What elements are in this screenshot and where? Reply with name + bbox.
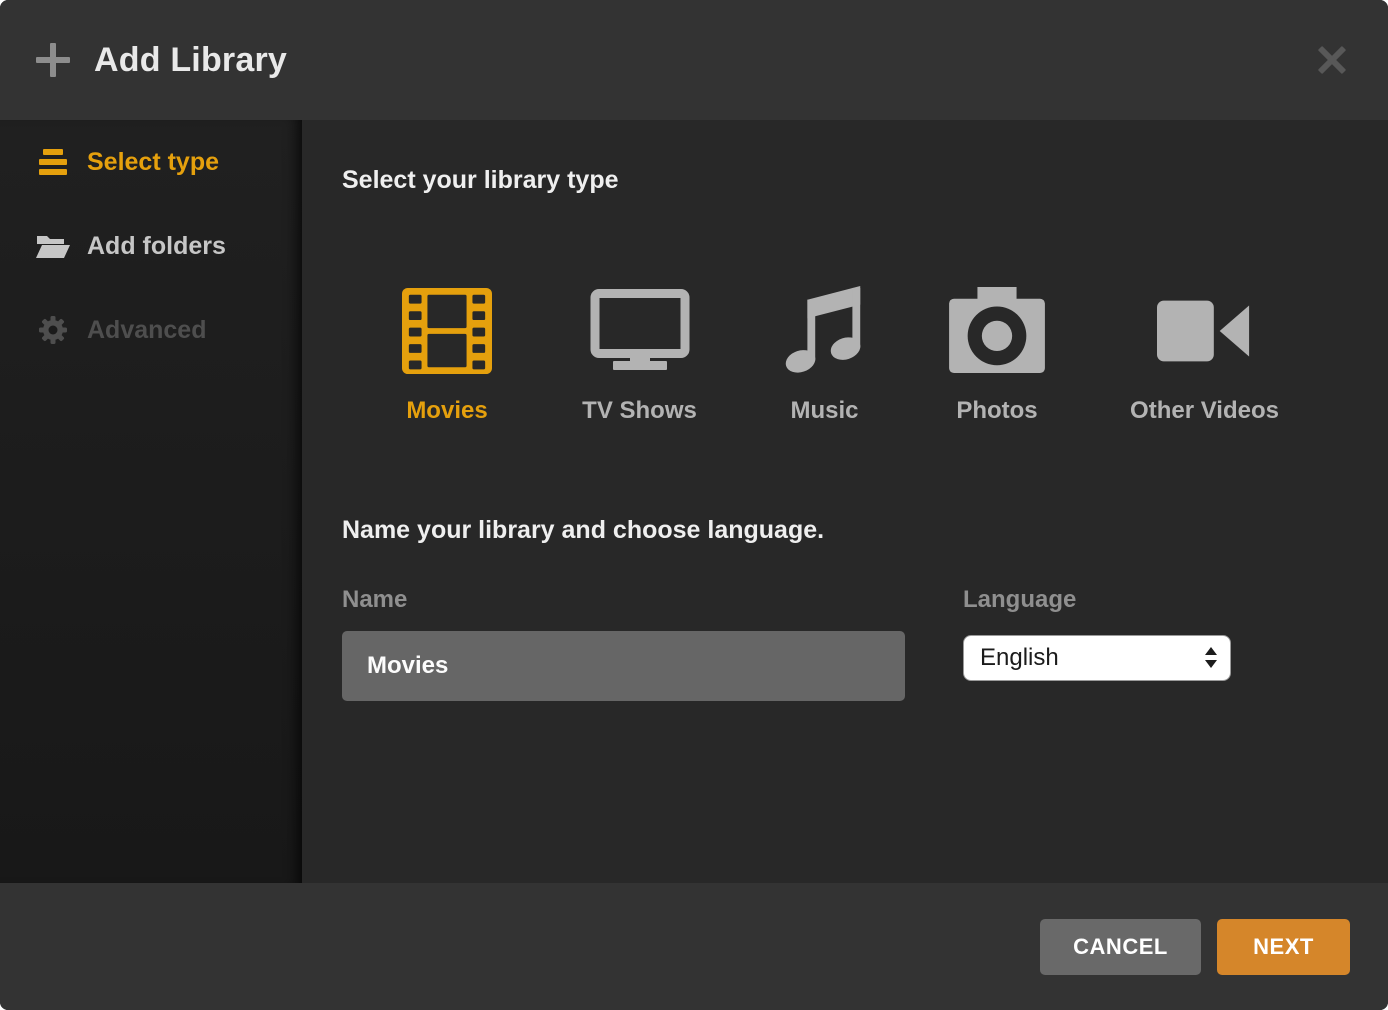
sidebar-item-advanced: Advanced [0,288,302,372]
library-type-movies[interactable]: Movies [392,285,502,425]
language-label: Language [963,585,1231,615]
dialog-footer: CANCEL NEXT [0,883,1388,1010]
name-field-group: Name [342,585,905,701]
plus-icon [36,43,70,77]
film-strip-icon [402,285,492,377]
library-type-music[interactable]: Music [777,285,872,425]
library-type-label: Photos [956,397,1037,425]
name-label: Name [342,585,905,615]
gear-icon [36,315,70,345]
add-library-dialog: Add Library Select t [0,0,1388,1010]
language-select[interactable]: English [963,635,1231,681]
language-selected-value: English [980,644,1059,672]
list-icon [36,148,70,176]
close-button[interactable] [1312,40,1352,80]
camera-icon [949,285,1045,377]
sidebar-item-select-type[interactable]: Select type [0,120,302,204]
library-type-photos[interactable]: Photos [947,285,1047,425]
sidebar-item-add-folders[interactable]: Add folders [0,204,302,288]
name-language-form: Name Language English [342,585,1388,701]
library-type-tv-shows[interactable]: TV Shows [577,285,702,425]
library-name-input[interactable] [342,631,905,701]
dialog-title: Add Library [94,41,287,80]
sidebar: Select type Add folders [0,120,302,883]
cancel-button[interactable]: CANCEL [1040,919,1201,975]
library-type-other-videos[interactable]: Other Videos [1122,285,1287,425]
library-type-label: TV Shows [582,397,697,425]
library-type-label: Movies [406,397,487,425]
sidebar-item-label: Advanced [87,316,206,345]
sidebar-item-label: Select type [87,148,219,177]
close-icon [1318,46,1346,74]
sidebar-item-label: Add folders [87,232,226,261]
language-field-group: Language English [963,585,1231,701]
main-content: Select your library type [302,120,1388,883]
next-button[interactable]: NEXT [1217,919,1350,975]
name-section-title: Name your library and choose language. [342,515,1388,545]
dialog-header: Add Library [0,0,1388,120]
music-note-icon [780,285,870,377]
library-type-label: Other Videos [1130,397,1279,425]
dialog-body: Select type Add folders [0,120,1388,883]
type-section-title: Select your library type [342,165,1388,195]
folder-open-icon [36,232,70,260]
video-camera-icon [1157,285,1253,377]
select-spinner-icon [1204,647,1218,669]
tv-icon [590,285,690,377]
library-type-label: Music [790,397,858,425]
library-type-row: Movies TV Shows [392,285,1388,425]
